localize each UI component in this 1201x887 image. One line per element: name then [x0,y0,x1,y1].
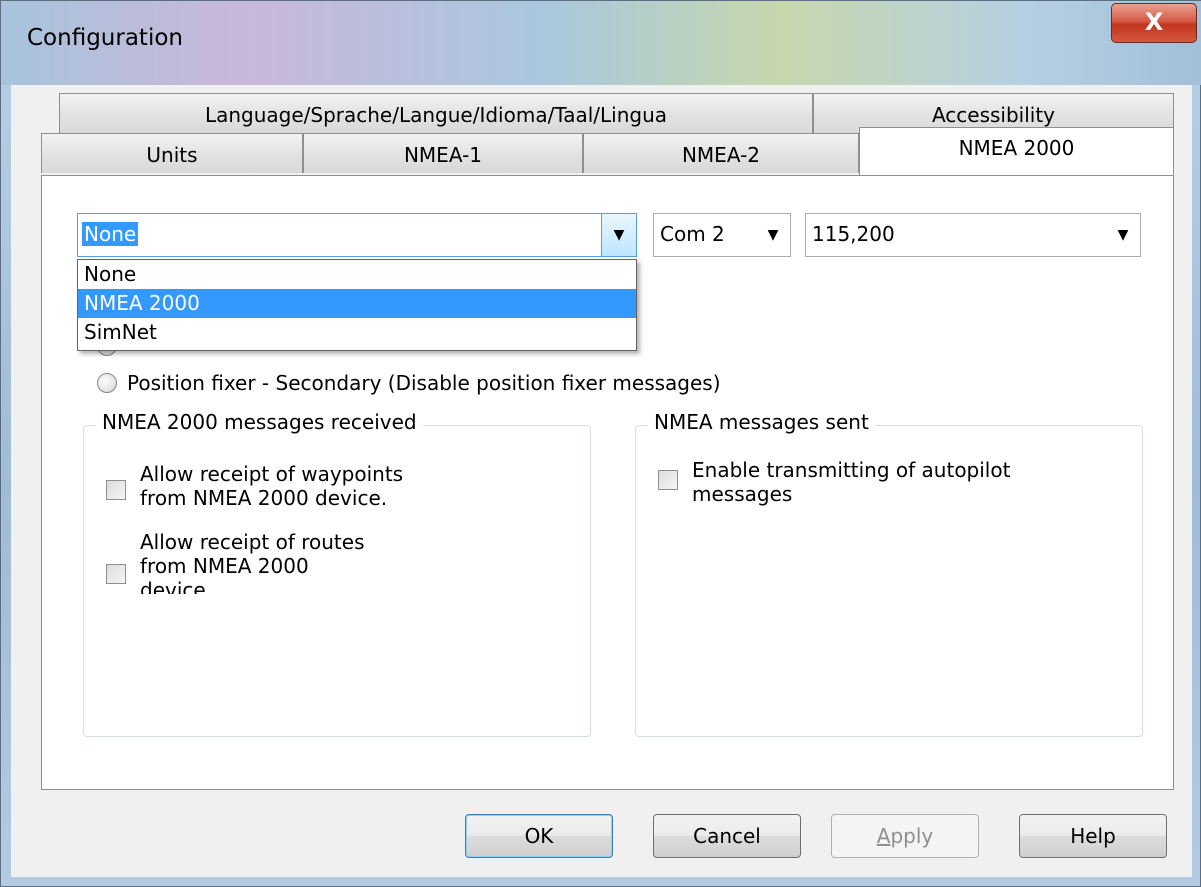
received-group-title: NMEA 2000 messages received [96,410,423,434]
protocol-dropdown-list: None NMEA 2000 SimNet [77,259,637,351]
radio-secondary[interactable] [97,373,117,393]
ok-button[interactable]: OK [465,814,613,858]
dialog-client-area: Language/Sprache/Langue/Idioma/Taal/Ling… [11,85,1192,877]
routes-label-line-1: Allow receipt of routes [140,530,365,554]
sent-group-title: NMEA messages sent [648,410,875,434]
title-bar[interactable]: Configuration X [1,1,1201,85]
autopilot-label-line-1: Enable transmitting of autopilot [692,458,1011,482]
cancel-button[interactable]: Cancel [653,814,801,858]
chevron-down-icon[interactable]: ▼ [601,214,636,256]
tab-nmea-2000[interactable]: NMEA 2000 [859,127,1174,175]
protocol-select-value: None [82,222,139,246]
dropdown-option-simnet[interactable]: SimNet [78,318,636,347]
radio-secondary-label: Position fixer - Secondary (Disable posi… [127,371,721,395]
tab-nmea-1[interactable]: NMEA-1 [303,133,583,173]
dropdown-option-nmea-2000[interactable]: NMEA 2000 [78,289,636,318]
close-button[interactable]: X [1111,3,1197,43]
dropdown-option-none[interactable]: None [78,260,636,289]
apply-accelerator: A [876,824,891,848]
chevron-down-icon[interactable]: ▼ [1106,214,1140,256]
tab-nmea-2[interactable]: NMEA-2 [583,133,859,173]
dialog-window: Configuration X Language/Sprache/Langue/… [0,0,1201,887]
baud-select-value: 115,200 [812,222,895,246]
received-messages-group: NMEA 2000 messages received Allow receip… [83,410,591,737]
apply-label-rest: pply [890,824,934,848]
routes-checkbox[interactable] [106,564,126,584]
help-button[interactable]: Help [1019,814,1167,858]
tab-language[interactable]: Language/Sprache/Langue/Idioma/Taal/Ling… [59,93,813,133]
waypoints-label-line-1: Allow receipt of waypoints [140,462,404,486]
routes-label-line-2: from NMEA 2000 [140,554,309,578]
autopilot-label-line-2: messages [692,482,793,506]
tab-units[interactable]: Units [41,133,303,173]
sent-messages-group: NMEA messages sent Enable transmitting o… [635,410,1143,737]
waypoints-label-line-2: from NMEA 2000 device. [140,486,388,510]
apply-button[interactable]: Apply [831,814,979,858]
port-select[interactable]: Com 2 ▼ [653,213,791,257]
autopilot-checkbox[interactable] [658,470,678,490]
waypoints-checkbox[interactable] [106,480,126,500]
routes-label-line-3: device. [140,578,213,594]
port-select-value: Com 2 [660,222,725,246]
window-title: Configuration [27,25,183,51]
chevron-down-icon[interactable]: ▼ [756,214,790,256]
protocol-select[interactable]: None ▼ [77,213,637,257]
baud-select[interactable]: 115,200 ▼ [805,213,1141,257]
